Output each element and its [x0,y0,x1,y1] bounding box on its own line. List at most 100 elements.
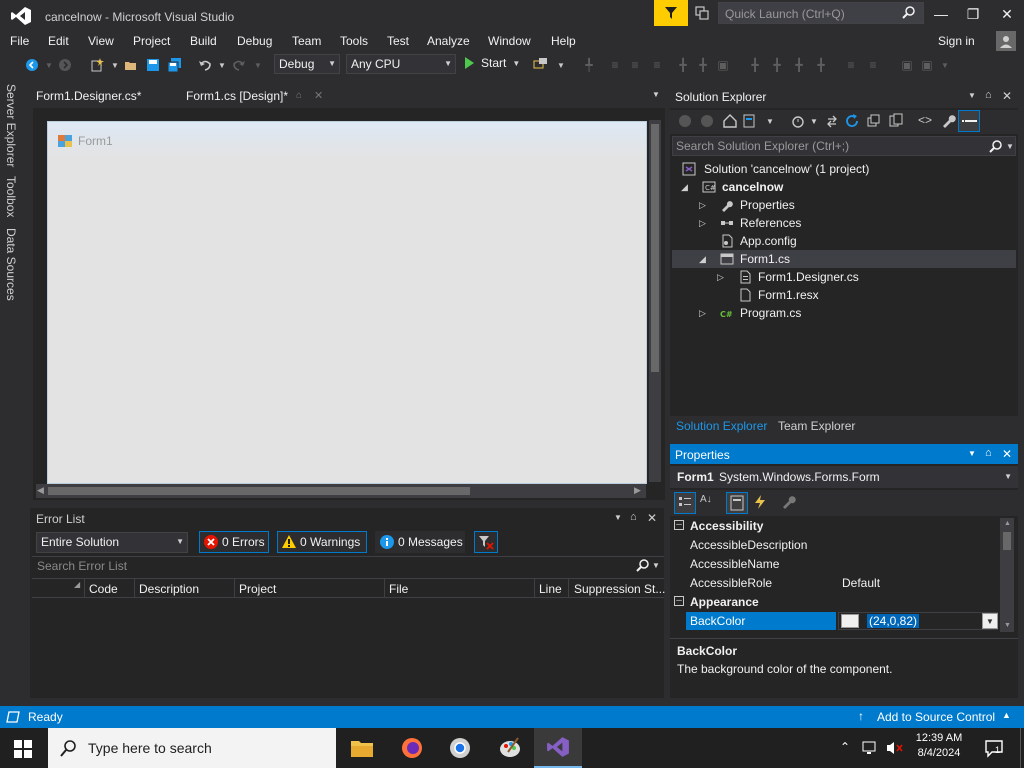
collapsed-arrow-icon[interactable]: ▷ [717,268,724,286]
warnings-filter-button[interactable]: 0 Warnings [277,531,367,553]
prop-accessible-name[interactable]: AccessibleName [690,557,779,571]
collapsed-arrow-icon[interactable]: ▷ [699,304,706,322]
menu-window[interactable]: Window [488,34,531,48]
preview-selected-items-icon[interactable] [958,110,980,132]
column-line[interactable]: Line [539,582,562,596]
category-accessibility[interactable]: Accessibility [690,519,763,533]
sign-in-link[interactable]: Sign in [938,34,975,48]
collapse-appearance-icon[interactable]: – [674,596,684,606]
collapsed-arrow-icon[interactable]: ▷ [699,196,706,214]
refresh-icon[interactable] [844,113,860,129]
close-tab-icon[interactable]: ✕ [314,86,323,106]
tree-item-program-cs[interactable]: ▷ C# Program.cs [672,304,1016,322]
redo-dropdown-icon[interactable]: ▼ [249,56,267,74]
menu-build[interactable]: Build [190,34,217,48]
tree-item-app-config[interactable]: App.config [672,232,1016,250]
tree-item-form1-resx[interactable]: Form1.resx [672,286,1016,304]
tab-form1-design[interactable]: Form1.cs [Design]* ⌂ ✕ [178,86,330,106]
search-icon[interactable] [902,5,916,19]
live-share-icon[interactable] [694,5,710,21]
tree-item-form1-cs[interactable]: ◢ Form1.cs [672,250,1016,268]
errors-filter-button[interactable]: 0 Errors [199,531,269,553]
expanded-arrow-icon[interactable]: ◢ [699,250,706,268]
tab-team-explorer[interactable]: Team Explorer [778,419,855,433]
pin-icon[interactable]: ⌂ [985,447,992,459]
undo-dropdown-icon[interactable]: ▼ [213,56,231,74]
panel-menu-icon[interactable]: ▼ [968,449,976,458]
tree-item-solution[interactable]: Solution 'cancelnow' (1 project) [672,160,1016,178]
bring-to-front-icon[interactable]: ▣ [918,56,936,74]
sync-with-active-document-icon[interactable] [824,113,840,129]
expanded-arrow-icon[interactable]: ◢ [681,178,688,196]
scroll-up-icon[interactable]: ▲ [1004,520,1011,527]
back-icon[interactable] [678,114,692,128]
scroll-left-icon[interactable]: ◀ [37,485,44,496]
quick-launch-input[interactable]: Quick Launch (Ctrl+Q) [718,2,924,24]
color-dropdown-button[interactable]: ▼ [982,613,998,629]
close-panel-icon[interactable]: ✕ [647,511,657,525]
visual-studio-logo-icon[interactable] [10,6,32,26]
output-window-icon[interactable] [6,710,20,724]
column-divider[interactable] [384,579,385,598]
firefox-icon[interactable] [388,728,436,768]
tree-item-properties[interactable]: ▷ Properties [672,196,1016,214]
clear-filter-button[interactable] [474,531,498,553]
filter-dropdown-icon[interactable]: ▼ [810,117,818,126]
menu-tools[interactable]: Tools [340,34,368,48]
collapse-all-icon[interactable] [866,113,882,129]
navigate-back-icon[interactable] [23,56,41,74]
align-middles-icon[interactable]: ╋ [674,56,692,74]
collapsed-arrow-icon[interactable]: ▷ [699,214,706,232]
panel-menu-icon[interactable]: ▼ [968,91,976,100]
properties-wrench-icon[interactable] [940,113,956,129]
tab-solution-explorer[interactable]: Solution Explorer [676,419,767,433]
error-scope-select[interactable]: Entire Solution ▼ [36,532,188,553]
feedback-filter-icon[interactable] [654,0,688,26]
align-lefts-icon[interactable]: ╇ [580,56,598,74]
clock[interactable]: 12:39 AM 8/4/2024 [914,732,964,759]
category-appearance[interactable]: Appearance [690,595,759,609]
form-preview[interactable]: Form1 [47,121,647,484]
prop-backcolor[interactable]: BackColor [686,612,836,630]
menu-project[interactable]: Project [133,34,170,48]
data-sources-tab[interactable]: Data Sources [4,228,18,301]
visual-studio-taskbar-icon[interactable] [534,728,582,768]
view-code-icon[interactable]: <> [918,113,932,127]
scroll-down-icon[interactable]: ▼ [1004,622,1011,629]
object-selector[interactable]: Form1 System.Windows.Forms.Form ▼ [670,466,1018,488]
column-suppression-state[interactable]: Suppression St... [574,582,665,596]
close-panel-icon[interactable]: ✕ [1002,447,1012,461]
collapse-accessibility-icon[interactable]: – [674,520,684,530]
home-icon[interactable] [722,113,738,129]
prop-accessible-description[interactable]: AccessibleDescription [690,538,807,552]
prop-accessible-role[interactable]: AccessibleRole [690,576,772,590]
remove-horizontal-spacing-icon[interactable]: ╋ [812,56,830,74]
search-icon[interactable] [989,139,1003,153]
menu-test[interactable]: Test [387,34,409,48]
menu-analyze[interactable]: Analyze [427,34,470,48]
menu-team[interactable]: Team [292,34,321,48]
undo-icon[interactable] [196,56,214,74]
redo-icon[interactable] [230,56,248,74]
events-icon[interactable] [752,494,768,510]
search-options-icon[interactable]: ▼ [652,561,660,570]
horizontal-scroll-thumb[interactable] [48,487,470,495]
show-all-files-icon[interactable] [888,113,904,129]
center-horizontally-icon[interactable]: ▣ [898,56,916,74]
categorized-icon[interactable] [674,492,696,514]
pin-icon[interactable]: ⌂ [630,511,637,523]
pin-icon[interactable]: ⌂ [296,86,302,106]
configuration-select[interactable]: Debug ▼ [274,54,340,74]
scroll-right-icon[interactable]: ▶ [634,485,641,496]
search-options-icon[interactable]: ▼ [1006,142,1014,151]
paint-icon[interactable] [486,728,534,768]
menu-edit[interactable]: Edit [48,34,69,48]
chrome-icon[interactable] [436,728,484,768]
save-icon[interactable] [144,56,162,74]
toolbar-overflow-icon[interactable]: ▼ [936,56,954,74]
column-divider[interactable] [134,579,135,598]
column-divider[interactable] [84,579,85,598]
column-project[interactable]: Project [239,582,276,596]
align-bottoms-icon[interactable]: ╋ [694,56,712,74]
file-explorer-icon[interactable] [338,728,386,768]
